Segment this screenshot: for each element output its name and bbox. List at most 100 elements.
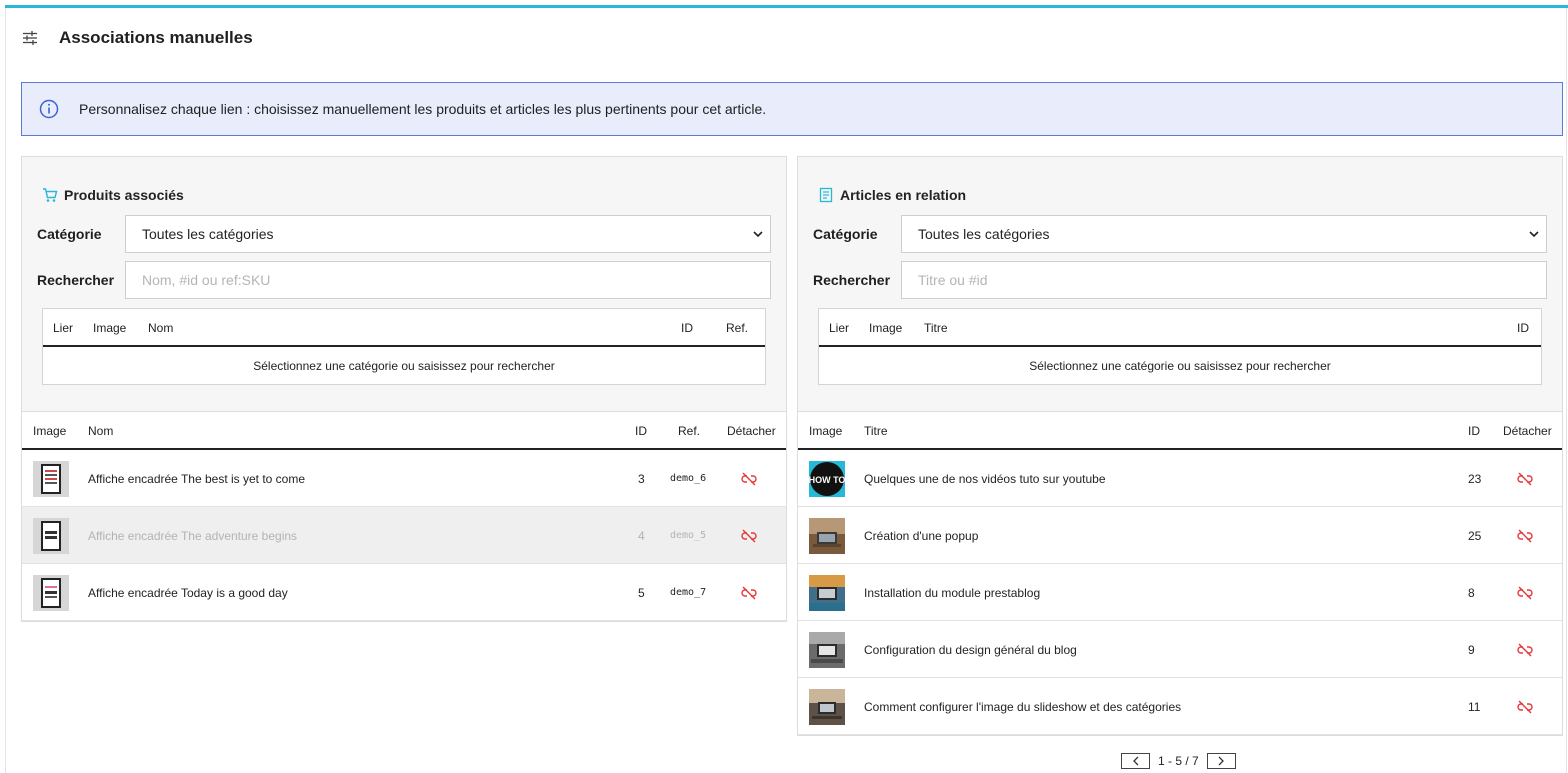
article-id: 11 (1468, 700, 1481, 714)
column-link: Lier (829, 321, 850, 335)
article-id: 9 (1468, 643, 1475, 657)
thumb-label: HOW TO (809, 475, 845, 485)
column-image: Image (809, 424, 843, 438)
product-ref: demo_7 (670, 587, 707, 598)
products-search-panel: Produits associés Catégorie Toutes les c… (21, 156, 787, 412)
products-search-input[interactable]: Nom, #id ou ref:SKU (125, 261, 771, 299)
poster-thumbnail (33, 461, 69, 497)
chevron-down-icon (1529, 231, 1539, 238)
products-search-header: Lier Image Nom ID Ref. (43, 309, 765, 347)
info-alert-text: Personnalisez chaque lien : choisissez m… (79, 101, 767, 117)
column-detach: Détacher (727, 424, 776, 438)
product-name: Affiche encadrée The adventure begins (88, 529, 298, 543)
unlink-icon[interactable] (1517, 528, 1533, 544)
table-row: Affiche encadrée The best is yet to come… (22, 450, 786, 507)
unlink-icon[interactable] (1517, 471, 1533, 487)
products-category-select[interactable]: Toutes les catégories (125, 215, 771, 253)
column-title: Titre (864, 424, 888, 438)
article-id: 8 (1468, 586, 1475, 600)
article-title: Configuration du design général du blog (864, 643, 1077, 657)
column-detach: Détacher (1503, 424, 1552, 438)
unlink-icon[interactable] (741, 528, 757, 544)
sliders-icon (23, 31, 37, 45)
article-thumbnail (809, 575, 845, 611)
table-row: Création d'une popup 25 (798, 507, 1562, 564)
info-icon (39, 99, 59, 119)
table-row: Affiche encadrée Today is a good day 5 d… (22, 564, 786, 621)
pagination: 1 - 5 / 7 (1121, 753, 1236, 769)
info-alert: Personnalisez chaque lien : choisissez m… (21, 82, 1563, 136)
chevron-left-icon (1132, 756, 1138, 766)
column-image: Image (33, 424, 67, 438)
article-title: Quelques une de nos vidéos tuto sur yout… (864, 472, 1106, 486)
articles-search-results: Lier Image Titre ID Sélectionnez une cat… (818, 308, 1542, 385)
column-id: ID (1468, 424, 1480, 438)
articles-category-select[interactable]: Toutes les catégories (901, 215, 1547, 253)
products-empty-message: Sélectionnez une catégorie ou saisissez … (253, 358, 555, 373)
section-header: Associations manuelles (22, 26, 253, 50)
product-id: 5 (638, 586, 645, 600)
associated-products-table: Image Nom ID Ref. Détacher Affiche encad… (21, 412, 787, 622)
articles-search-panel: Articles en relation Catégorie Toutes le… (797, 156, 1563, 412)
article-thumbnail: HOW TO (809, 461, 845, 497)
document-icon (819, 187, 833, 203)
products-category-value: Toutes les catégories (142, 226, 274, 242)
article-title: Création d'une popup (864, 529, 979, 543)
cart-icon (43, 188, 58, 202)
chevron-right-icon (1218, 756, 1225, 766)
products-search-label: Rechercher (37, 272, 115, 288)
column-name: Nom (88, 424, 114, 438)
table-row: HOW TO Quelques une de nos vidéos tuto s… (798, 450, 1562, 507)
related-articles-table: Image Titre ID Détacher HOW TO Quelques … (797, 412, 1563, 736)
associated-products-header: Image Nom ID Ref. Détacher (22, 412, 786, 450)
page-title: Associations manuelles (59, 28, 253, 47)
article-thumbnail (809, 632, 845, 668)
column-image: Image (93, 321, 127, 335)
right-border (1566, 8, 1567, 773)
table-row: Configuration du design général du blog … (798, 621, 1562, 678)
column-link: Lier (53, 321, 74, 335)
pagination-status: 1 - 5 / 7 (1158, 754, 1199, 768)
article-thumbnail (809, 689, 845, 725)
unlink-icon[interactable] (741, 585, 757, 601)
top-accent-bar (5, 5, 1568, 8)
article-thumbnail (809, 518, 845, 554)
unlink-icon[interactable] (1517, 699, 1533, 715)
column-id: ID (1517, 321, 1529, 335)
table-row: Comment configurer l'image du slideshow … (798, 678, 1562, 735)
unlink-icon[interactable] (741, 471, 757, 487)
product-id: 4 (638, 529, 645, 543)
table-row: Affiche encadrée The adventure begins 4 … (22, 507, 786, 564)
article-title: Installation du module prestablog (864, 586, 1041, 600)
column-id: ID (681, 321, 693, 335)
article-id: 25 (1468, 529, 1482, 543)
product-id: 3 (638, 472, 645, 486)
unlink-icon[interactable] (1517, 642, 1533, 658)
articles-search-label: Rechercher (813, 272, 891, 288)
column-name: Nom (148, 321, 174, 335)
articles-search-header: Lier Image Titre ID (819, 309, 1541, 347)
previous-page-button[interactable] (1121, 753, 1150, 769)
column-title: Titre (924, 321, 948, 335)
poster-thumbnail (33, 575, 69, 611)
column-image: Image (869, 321, 903, 335)
products-search-placeholder: Nom, #id ou ref:SKU (142, 272, 271, 288)
articles-search-input[interactable]: Titre ou #id (901, 261, 1547, 299)
column-id: ID (635, 424, 647, 438)
chevron-down-icon (753, 231, 763, 238)
related-articles-header: Image Titre ID Détacher (798, 412, 1562, 450)
products-search-results: Lier Image Nom ID Ref. Sélectionnez une … (42, 308, 766, 385)
product-ref: demo_5 (670, 530, 707, 541)
next-page-button[interactable] (1206, 753, 1236, 769)
article-id: 23 (1468, 472, 1482, 486)
poster-thumbnail (33, 518, 69, 554)
column-ref: Ref. (726, 321, 749, 335)
table-row: Installation du module prestablog 8 (798, 564, 1562, 621)
product-ref: demo_6 (670, 473, 707, 484)
products-category-label: Catégorie (37, 226, 102, 242)
products-panel-title: Produits associés (42, 187, 184, 203)
article-title: Comment configurer l'image du slideshow … (864, 700, 1182, 714)
products-panel-title-text: Produits associés (64, 187, 184, 203)
unlink-icon[interactable] (1517, 585, 1533, 601)
articles-panel-title: Articles en relation (818, 187, 966, 203)
